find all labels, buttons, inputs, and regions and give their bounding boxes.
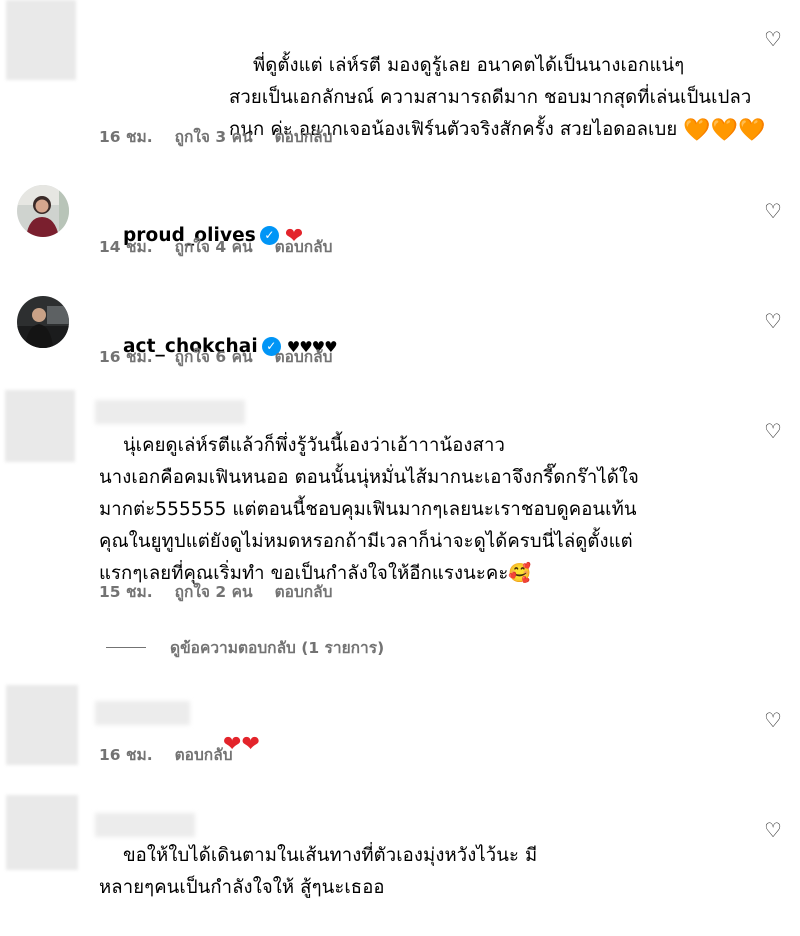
comment-2: proud_olives ✓ ❤ 14 ชม. ถูกใจ 4 คน ตอบกลั… [0, 175, 800, 275]
likes-count[interactable]: ถูกใจ 6 คน [175, 344, 253, 369]
reply-button[interactable]: ตอบกลับ [275, 124, 333, 149]
timestamp: 15 ชม. [99, 583, 153, 601]
likes-count[interactable]: ถูกใจ 2 คน [175, 579, 253, 604]
reply-button[interactable]: ตอบกลับ [275, 344, 333, 369]
view-replies-label: ดูข้อความตอบกลับ (1 รายการ) [170, 639, 385, 657]
comment-6: ขอให้ใบได้เดินตามในเส้นทางที่ตัวเองมุ่งห… [0, 795, 800, 898]
blurred-avatar [5, 390, 75, 462]
reply-button[interactable]: ตอบกลับ [175, 742, 233, 767]
avatar[interactable] [17, 296, 69, 348]
blurred-avatar [6, 0, 76, 80]
heart-outline-icon[interactable]: ♡ [762, 200, 784, 222]
timestamp: 16 ชม. [99, 128, 153, 146]
comment-3: act_chokchai ✓ ♥♥♥♥ 16 ชม. ถูกใจ 6 คน ตอบ… [0, 285, 800, 385]
comment-1: พี่ดูตั้งแต่ เล่ห์รตี มองดูรู้เลย อนาคตไ… [0, 0, 800, 160]
comment-4: นุ่เคยดูเล่ห์รตีแล้วก็พึ่งรู้วันนี้เองว่… [0, 390, 800, 665]
likes-count[interactable]: ถูกใจ 4 คน [175, 234, 253, 259]
divider-line [106, 647, 146, 648]
view-replies-button[interactable]: ดูข้อความตอบกลับ (1 รายการ) [106, 635, 384, 660]
heart-outline-icon[interactable]: ♡ [762, 819, 784, 841]
comment-text: พี่ดูตั้งแต่ เล่ห์รตี มองดูรู้เลย อนาคตไ… [229, 55, 766, 143]
comment-meta: 16 ชม. ตอบกลับ [99, 742, 233, 767]
heart-outline-icon[interactable]: ♡ [762, 310, 784, 332]
blurred-avatar [6, 685, 78, 765]
comment-meta: 14 ชม. ถูกใจ 4 คน ตอบกลับ [99, 234, 333, 259]
comment-meta: 15 ชม. ถูกใจ 2 คน ตอบกลับ [99, 579, 333, 604]
heart-outline-icon[interactable]: ♡ [762, 28, 784, 50]
timestamp: 16 ชม. [99, 348, 153, 366]
heart-outline-icon[interactable]: ♡ [762, 420, 784, 442]
orange-heart-emojis: 🧡🧡🧡 [683, 118, 766, 143]
heart-outline-icon[interactable]: ♡ [762, 709, 784, 731]
timestamp: 14 ชม. [99, 238, 153, 256]
comment-meta: 16 ชม. ถูกใจ 3 คน ตอบกลับ [99, 124, 333, 149]
avatar[interactable] [17, 185, 69, 237]
blurred-username [95, 701, 190, 725]
reply-button[interactable]: ตอบกลับ [275, 579, 333, 604]
reply-button[interactable]: ตอบกลับ [275, 234, 333, 259]
comment-text: ขอให้ใบได้เดินตามในเส้นทางที่ตัวเองมุ่งห… [99, 845, 538, 898]
comment-5: ❤❤ 16 ชม. ตอบกลับ ♡ [0, 685, 800, 785]
blurred-avatar [6, 795, 78, 870]
comment-meta: 16 ชม. ถูกใจ 6 คน ตอบกลับ [99, 344, 333, 369]
likes-count[interactable]: ถูกใจ 3 คน [175, 124, 253, 149]
timestamp: 16 ชม. [99, 746, 153, 764]
